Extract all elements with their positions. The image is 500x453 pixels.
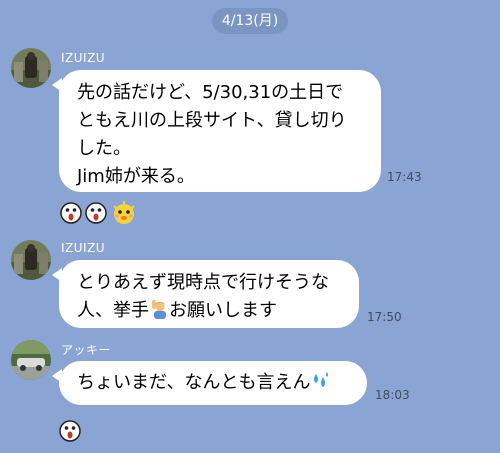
avatar-akki[interactable] (11, 340, 51, 380)
sender-name: アッキー (61, 343, 112, 357)
message-bubble[interactable]: とりあえず現時点で行けそうな 人、挙手 お願いします (52, 260, 359, 328)
message-text: お願いします (169, 300, 277, 321)
shocked-face-icon[interactable] (60, 202, 82, 224)
avatar-izuizu[interactable] (11, 48, 51, 88)
shocked-face-icon[interactable] (85, 202, 107, 224)
avatar-izuizu[interactable] (11, 240, 51, 280)
message-time: 17:43 (387, 170, 422, 184)
message-text: ちょいまだ、なんとも言えん (77, 372, 311, 393)
raising-hand-icon (149, 299, 169, 319)
sweat-droplets-icon (310, 371, 330, 391)
sender-name: IZUIZU (61, 241, 106, 255)
date-separator: 4/13(月) (212, 8, 288, 34)
message-bubble[interactable]: ちょいまだ、なんとも言えん (52, 361, 367, 405)
surprised-chick-icon[interactable] (111, 200, 137, 226)
sender-name: IZUIZU (61, 51, 106, 65)
message-time: 18:03 (375, 388, 410, 402)
message-time: 17:50 (367, 310, 402, 324)
shocked-face-icon[interactable] (59, 420, 81, 442)
message-bubble[interactable]: 先の話だけど、5/30,31の土日で ともえ川の上段サイト、貸し切り した。 J… (52, 70, 381, 192)
